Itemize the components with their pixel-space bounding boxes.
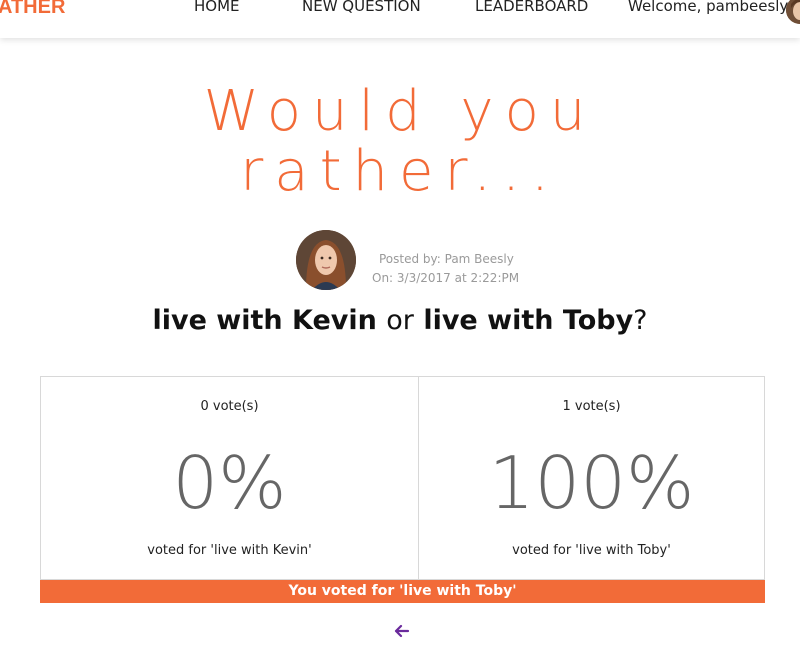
vote-percent: 0% xyxy=(172,441,287,525)
user-avatar[interactable] xyxy=(786,0,800,24)
result-card-option-two: 1 vote(s) 100% voted for 'live with Toby… xyxy=(419,377,764,579)
brand-logo[interactable]: ATHER xyxy=(0,0,65,19)
vote-count: 1 vote(s) xyxy=(562,399,621,414)
top-navbar: ATHER HOME NEW QUESTION LEADERBOARD Welc… xyxy=(0,0,800,38)
result-card-option-one: 0 vote(s) 0% voted for 'live with Kevin' xyxy=(41,377,419,579)
nav-new-question-link[interactable]: NEW QUESTION xyxy=(302,0,421,15)
page-title: Would you rather... xyxy=(0,82,800,202)
title-line-1: Would you xyxy=(203,79,597,144)
vote-count: 0 vote(s) xyxy=(200,399,259,414)
option-one: live with Kevin xyxy=(152,305,377,336)
welcome-text: Welcome, pambeesly xyxy=(628,0,789,15)
author-avatar-icon xyxy=(296,230,356,290)
voted-for-label: voted for 'live with Kevin' xyxy=(147,543,312,558)
question-separator: or xyxy=(386,305,414,336)
question-text: live with Kevin or live with Toby? xyxy=(0,305,800,336)
nav-home-link[interactable]: HOME xyxy=(194,0,240,15)
option-two: live with Toby xyxy=(423,305,634,336)
voted-for-label: voted for 'live with Toby' xyxy=(512,543,671,558)
question-mark: ? xyxy=(633,305,648,336)
back-button[interactable] xyxy=(392,621,412,641)
nav-leaderboard-link[interactable]: LEADERBOARD xyxy=(475,0,588,15)
posted-on: On: 3/3/2017 at 2:22:PM xyxy=(372,271,520,285)
your-vote-banner: You voted for 'live with Toby' xyxy=(40,580,765,603)
author-avatar xyxy=(296,230,356,290)
results-panel: 0 vote(s) 0% voted for 'live with Kevin'… xyxy=(40,376,765,580)
vote-percent: 100% xyxy=(488,441,695,525)
user-avatar-icon xyxy=(786,0,800,24)
arrow-left-icon xyxy=(394,624,410,638)
title-line-2: rather... xyxy=(240,139,560,204)
posted-by: Posted by: Pam Beesly xyxy=(379,252,514,266)
